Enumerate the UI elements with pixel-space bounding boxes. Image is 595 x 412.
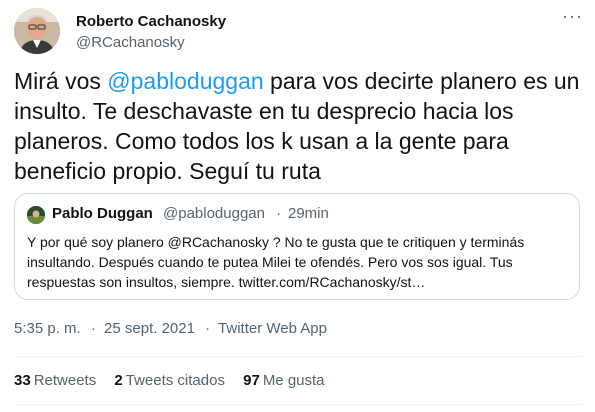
quoted-handle: @pabloduggan [163,205,265,222]
quote-tweets-label: Tweets citados [125,372,225,389]
author-names: Roberto Cachanosky @RCachanosky [76,12,226,53]
author-handle[interactable]: @RCachanosky [76,33,226,53]
tweet-time[interactable]: 5:35 p. m. [14,320,81,337]
tweet-source[interactable]: Twitter Web App [218,320,327,337]
tweet-card: Roberto Cachanosky @RCachanosky ··· Mirá… [0,0,595,412]
tweet-stats: 33 Retweets 2 Tweets citados 97 Me gusta [14,372,339,389]
quote-tweets-count: 2 [114,372,123,389]
retweets-count: 33 [14,372,31,389]
tweet-metadata: 5:35 p. m. · 25 sept. 2021 · Twitter Web… [14,320,329,337]
likes-count: 97 [243,372,260,389]
likes-stat[interactable]: 97 Me gusta [243,372,324,389]
retweets-stat[interactable]: 33 Retweets [14,372,96,389]
author-avatar[interactable] [14,8,60,54]
quoted-separator: · [276,205,281,222]
meta-separator: · [90,320,96,337]
quoted-author-avatar [27,206,45,224]
tweet-header: Roberto Cachanosky @RCachanosky ··· [14,7,584,56]
quoted-display-name: Pablo Duggan [52,205,153,222]
quoted-profile-photo-icon [27,206,45,224]
meta-separator: · [205,320,211,337]
quoted-tweet-text: Y por qué soy planero @RCachanosky ? No … [27,234,525,290]
tweet-text: Mirá vos @pabloduggan para vos decirte p… [14,66,582,186]
quoted-tweet[interactable]: Pablo Duggan @pabloduggan · 29min Y por … [14,193,580,300]
quote-tweets-stat[interactable]: 2 Tweets citados [114,372,225,389]
profile-photo-icon [14,8,60,54]
more-options-icon[interactable]: ··· [562,7,582,28]
likes-label: Me gusta [262,372,325,389]
divider [14,356,582,357]
tweet-text-before: Mirá vos [14,68,108,94]
divider [14,404,582,405]
mention-link[interactable]: @pabloduggan [107,68,263,94]
quoted-time: 29min [288,205,329,222]
retweets-label: Retweets [33,372,97,389]
tweet-date[interactable]: 25 sept. 2021 [104,320,195,337]
author-display-name[interactable]: Roberto Cachanosky [76,12,226,32]
